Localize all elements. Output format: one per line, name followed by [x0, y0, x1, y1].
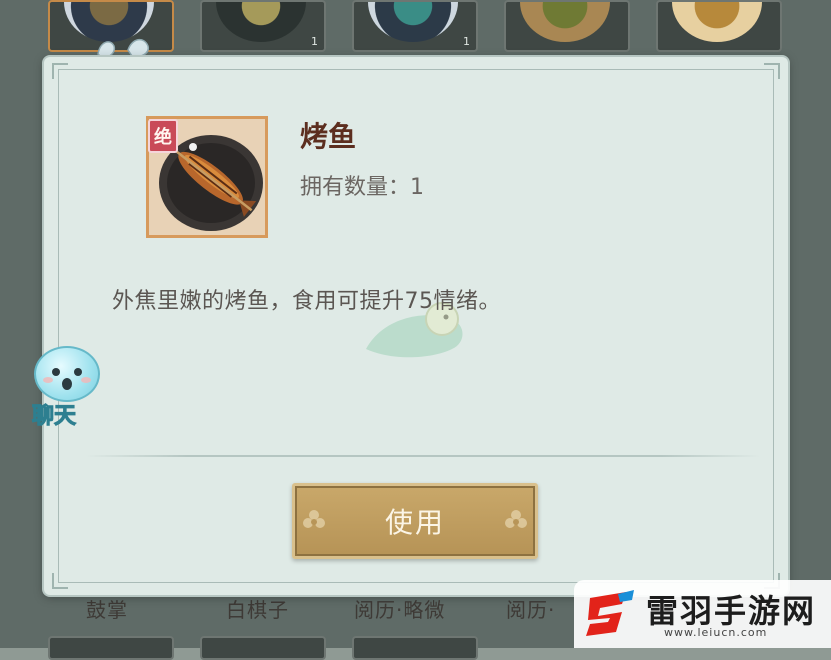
item-description: 外焦里嫩的烤鱼，食用可提升75情绪。 — [112, 289, 501, 314]
rarity-badge: 绝 — [148, 119, 178, 153]
frame-corner — [52, 63, 68, 79]
divider — [86, 455, 760, 457]
item-detail-modal: 绝 烤鱼 拥有数量：1 外焦里嫩的烤鱼，食用可提升75情绪。 使用 — [44, 57, 788, 595]
item-quantity: 拥有数量：1 — [300, 175, 424, 200]
watermark-url: www.leiucn.com — [664, 626, 768, 639]
inventory-slot[interactable] — [200, 636, 326, 660]
inventory-slot[interactable] — [504, 0, 630, 52]
inventory-slot[interactable]: 1 — [352, 0, 478, 52]
site-logo-icon — [586, 590, 634, 636]
chat-label: 聊天 — [31, 404, 77, 430]
inventory-slot[interactable] — [656, 0, 782, 52]
frame-corner — [52, 573, 68, 589]
inventory-item-label: 阅历·略微 — [354, 598, 446, 622]
use-button-label: 使用 — [384, 506, 445, 539]
frame-corner — [764, 63, 780, 79]
inventory-item-label: 阅历· — [506, 598, 556, 622]
inventory-item-label: 白棋子 — [226, 598, 289, 622]
chat-face-icon — [34, 346, 100, 402]
inventory-item-label: 鼓掌 — [86, 598, 128, 622]
flower-ornament-icon — [303, 510, 325, 528]
inventory-slot[interactable]: 1 — [200, 0, 326, 52]
inventory-slot[interactable] — [352, 636, 478, 660]
flower-ornament-icon — [505, 510, 527, 528]
use-button[interactable]: 使用 — [292, 483, 538, 559]
site-watermark: 雷羽手游网 www.leiucn.com — [574, 580, 831, 648]
inventory-slot[interactable] — [48, 636, 174, 660]
item-name: 烤鱼 — [300, 120, 357, 153]
chat-button[interactable]: 聊天 — [22, 346, 108, 430]
